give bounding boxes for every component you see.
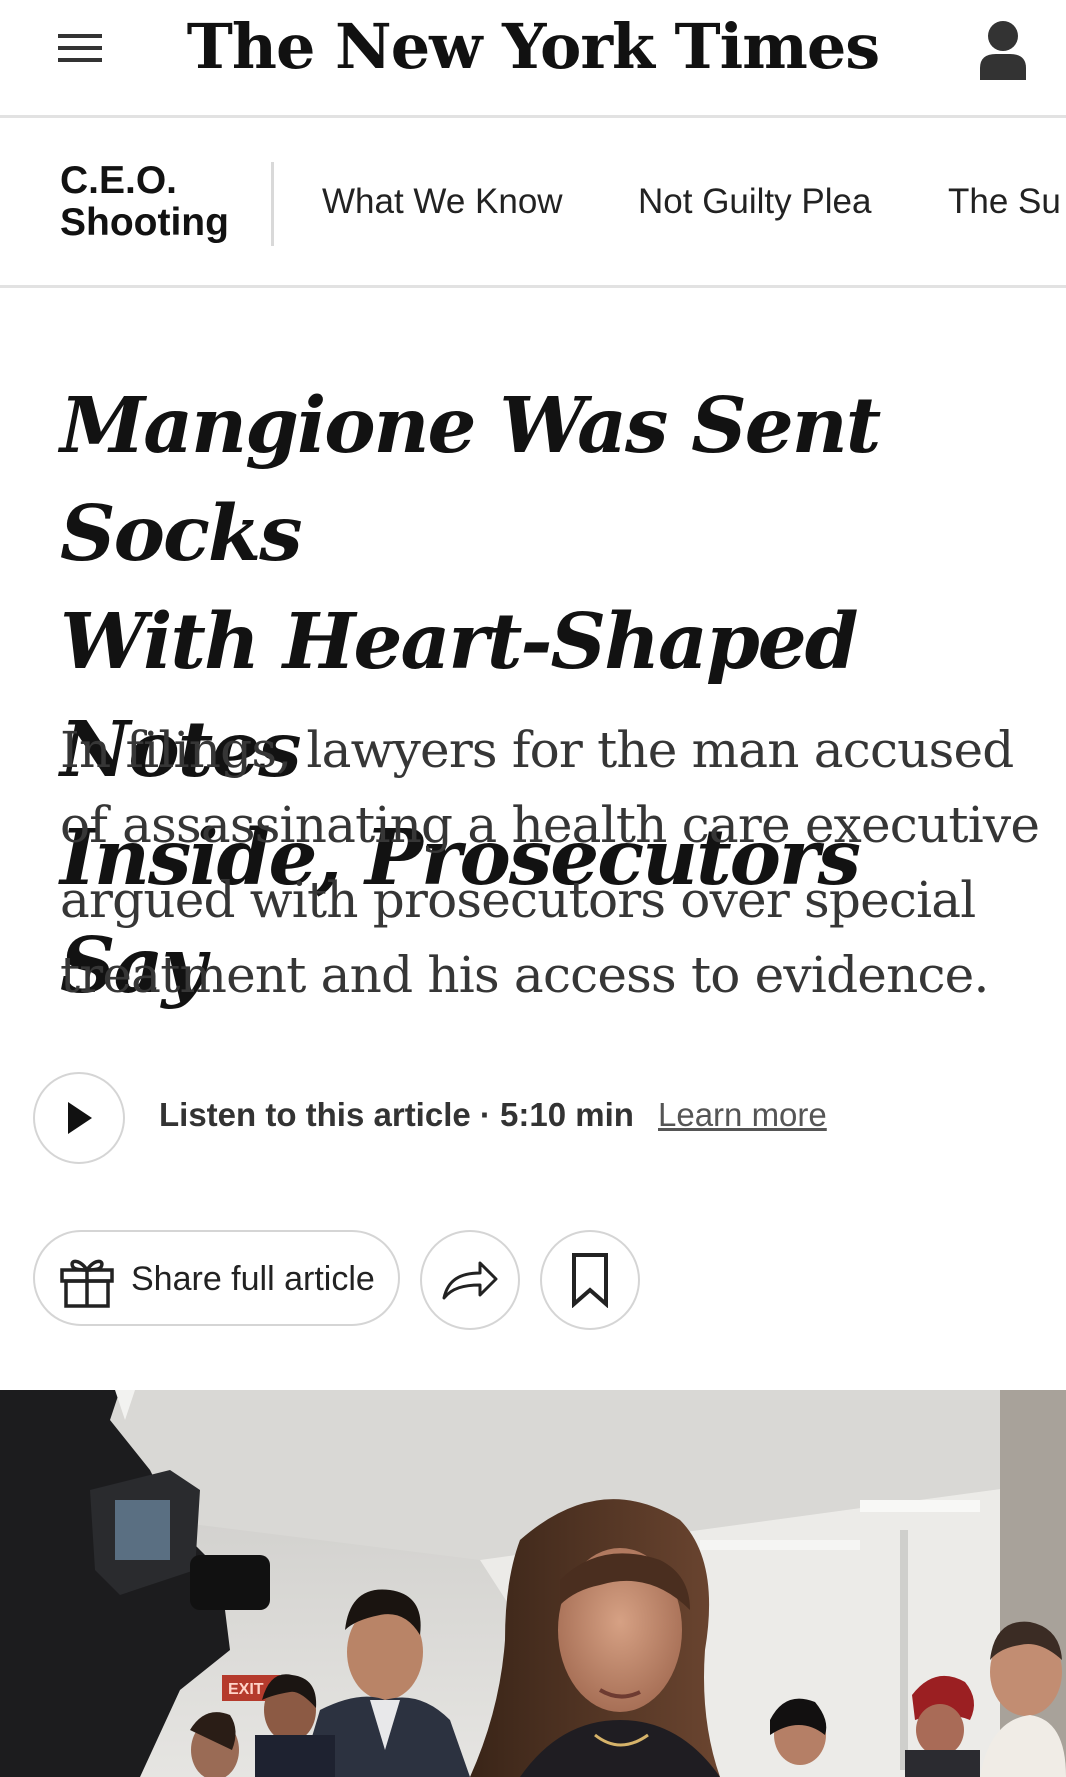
section-nav: C.E.O. Shooting What We Know Not Guilty … xyxy=(0,118,1066,288)
nav-link-the-suspect[interactable]: The Su xyxy=(948,182,1061,222)
share-button-label: Share full article xyxy=(131,1260,375,1298)
share-arrow-icon xyxy=(442,1261,498,1300)
lead-photo: EXIT xyxy=(0,1390,1066,1777)
save-bookmark-button[interactable] xyxy=(540,1230,640,1330)
play-icon xyxy=(68,1102,92,1134)
article-summary: In filings, lawyers for the man accused … xyxy=(60,721,1040,1004)
share-button[interactable] xyxy=(420,1230,520,1330)
nyt-logo[interactable]: The New York Times xyxy=(0,10,1066,83)
gift-icon xyxy=(60,1259,114,1308)
exit-sign-text: EXIT xyxy=(228,1681,264,1698)
nav-link-what-we-know[interactable]: What We Know xyxy=(322,182,563,222)
learn-more-link[interactable]: Learn more xyxy=(658,1096,827,1134)
section-title[interactable]: C.E.O. Shooting xyxy=(60,160,229,244)
lead-photo-image: EXIT xyxy=(0,1390,1066,1777)
account-icon[interactable] xyxy=(978,18,1028,80)
play-audio-button[interactable] xyxy=(33,1072,125,1164)
masthead: The New York Times xyxy=(0,0,1066,118)
share-full-article-button[interactable]: Share full article xyxy=(33,1230,400,1326)
listen-label: Listen to this article · 5:10 min xyxy=(159,1096,634,1133)
nav-link-not-guilty-plea[interactable]: Not Guilty Plea xyxy=(638,182,871,222)
bookmark-icon xyxy=(572,1253,608,1308)
section-divider xyxy=(271,162,274,246)
